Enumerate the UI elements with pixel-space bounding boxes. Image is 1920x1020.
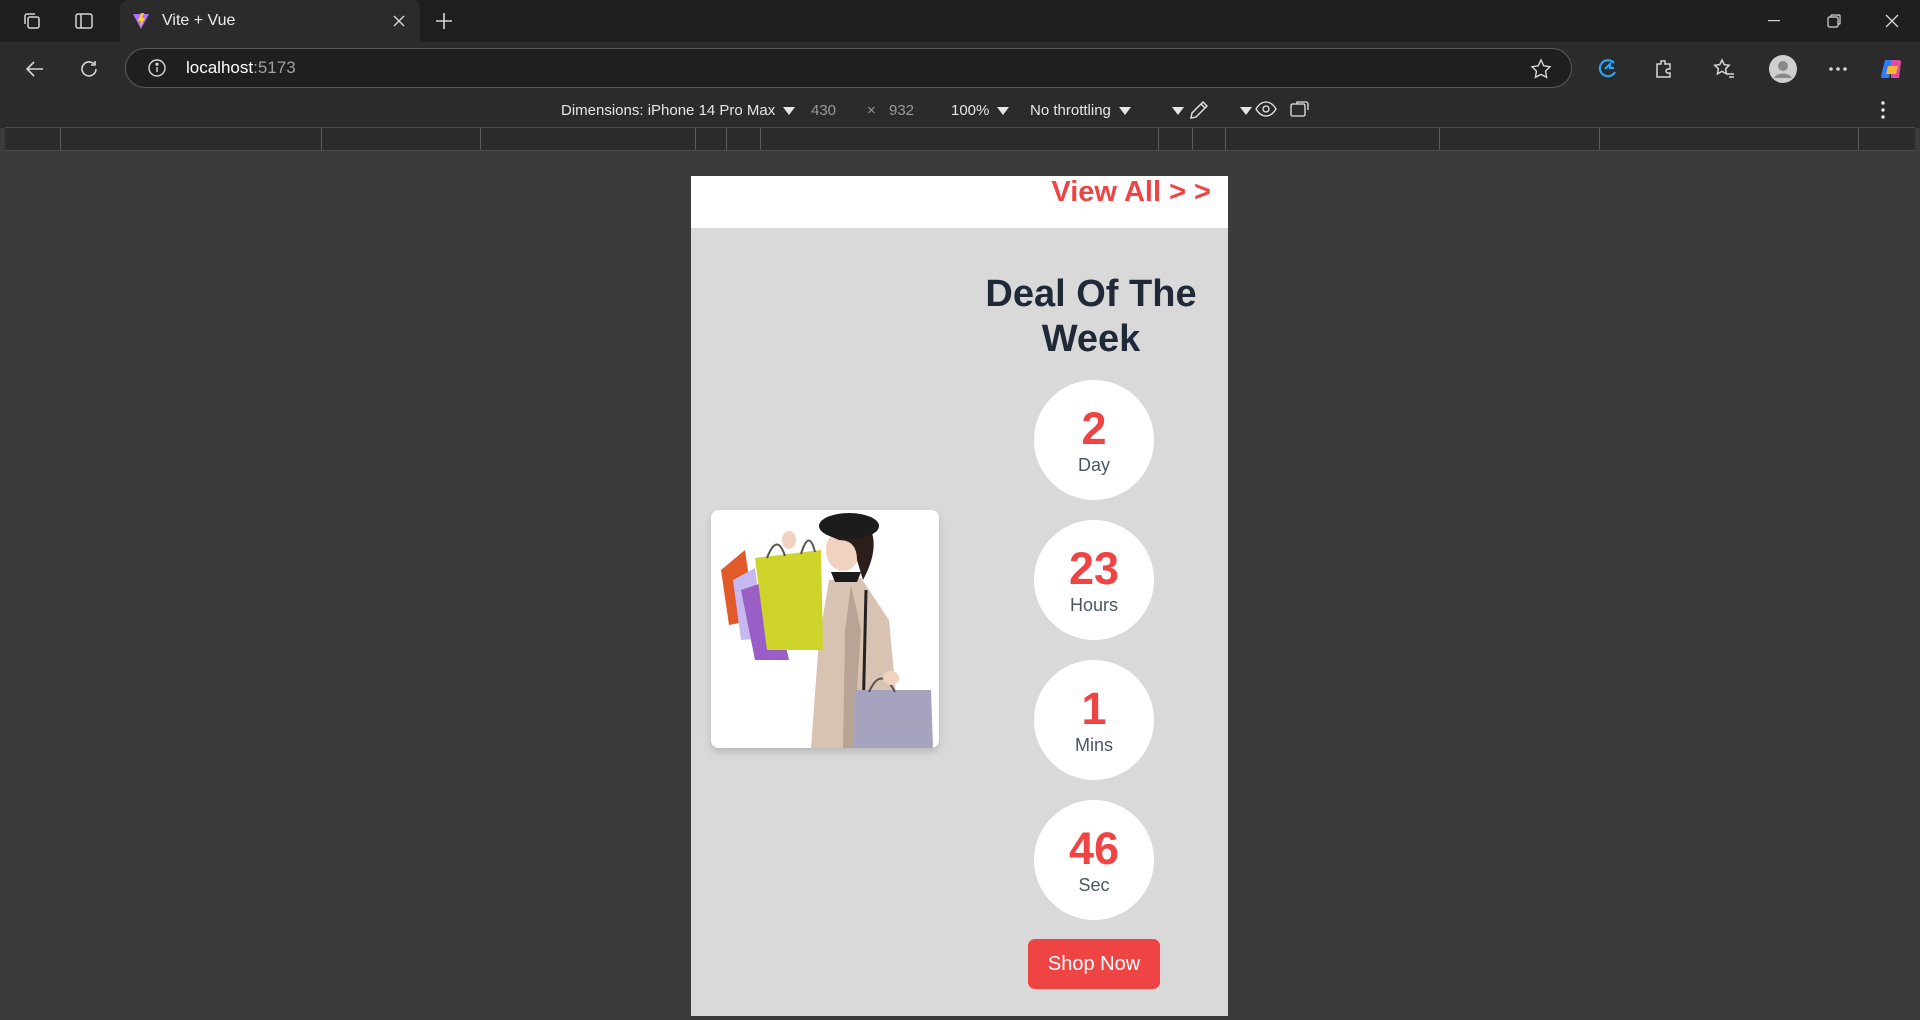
section-header-strip: View All > > [691, 176, 1228, 228]
extensions-icon[interactable] [1648, 53, 1680, 85]
active-tab[interactable]: Vite + Vue [120, 0, 420, 42]
shop-now-button[interactable]: Shop Now [1028, 939, 1160, 989]
back-icon[interactable] [20, 54, 50, 84]
zoom-select[interactable]: 100% [951, 102, 1010, 119]
deal-product-image[interactable] [711, 510, 939, 748]
eyedropper-icon[interactable] [1188, 99, 1210, 125]
countdown-value: 46 [1068, 822, 1120, 874]
countdown-seconds: 46 Sec [1034, 800, 1154, 920]
countdown-days: 2 Day [1034, 380, 1154, 500]
favorite-star-icon[interactable] [1529, 57, 1553, 81]
refresh-icon[interactable] [74, 54, 104, 84]
media-query-segment[interactable] [760, 128, 761, 150]
favorites-icon[interactable] [1708, 53, 1740, 85]
countdown-unit: Hours [1069, 594, 1118, 615]
countdown-value: 23 [1068, 542, 1120, 594]
tab-title: Vite + Vue [162, 12, 236, 29]
media-query-segment[interactable] [726, 128, 727, 150]
countdown-unit: Mins [1074, 734, 1113, 755]
close-tab-icon[interactable] [384, 6, 414, 36]
media-query-segment[interactable] [1192, 128, 1193, 150]
media-query-segment[interactable] [1858, 128, 1859, 150]
vite-logo-icon [132, 12, 150, 30]
dimension-separator: × [867, 102, 876, 119]
deal-title: Deal Of The Week [985, 273, 1197, 360]
countdown-minutes: 1 Mins [1034, 660, 1154, 780]
site-info-icon[interactable] [146, 57, 168, 79]
restore-icon[interactable] [1806, 0, 1862, 42]
copilot-icon[interactable] [1876, 53, 1908, 85]
copilot-refresh-icon[interactable] [1592, 53, 1624, 85]
tab-bar: Vite + Vue [0, 0, 1920, 42]
url-text: localhost:5173 [186, 58, 296, 77]
new-tab-icon[interactable] [430, 9, 458, 33]
media-query-segment[interactable] [321, 128, 322, 150]
countdown-hours: 23 Hours [1034, 520, 1154, 640]
minimize-icon[interactable] [1746, 0, 1802, 42]
close-window-icon[interactable] [1864, 0, 1920, 42]
media-query-segment[interactable] [1599, 128, 1600, 150]
rotate-device-icon[interactable] [1290, 100, 1312, 122]
device-height-input[interactable]: 932 [889, 102, 914, 119]
device-dimensions-select[interactable]: Dimensions: iPhone 14 Pro Max [561, 102, 796, 119]
media-query-segment[interactable] [1439, 128, 1440, 150]
more-options-vertical-icon[interactable] [1880, 100, 1886, 124]
media-query-segment[interactable] [1225, 128, 1226, 150]
device-width-input[interactable]: 430 [811, 102, 836, 119]
more-dropdown-caret-icon[interactable] [1164, 102, 1184, 119]
media-query-segment[interactable] [695, 128, 696, 150]
throttling-select[interactable]: No throttling [1030, 102, 1131, 119]
countdown-unit: Sec [1078, 874, 1110, 895]
countdown-unit: Day [1077, 454, 1110, 475]
media-query-bar [5, 127, 1915, 151]
profile-avatar-icon[interactable] [1767, 53, 1799, 85]
address-bar[interactable]: localhost:5173 [125, 48, 1572, 88]
view-all-link[interactable]: View All > > [1051, 176, 1211, 209]
media-query-segment[interactable] [1158, 128, 1159, 150]
media-query-segment[interactable] [480, 128, 481, 150]
shopping-woman-illustration [711, 510, 939, 748]
sensors-dropdown-caret-icon[interactable] [1232, 102, 1252, 119]
countdown-value: 2 [1081, 402, 1107, 454]
device-viewport: View All > > Deal Of The Week 2 Day 23 H… [691, 176, 1228, 1016]
media-query-segment[interactable] [60, 128, 61, 150]
workspaces-icon[interactable] [20, 9, 44, 33]
vision-deficiency-icon[interactable] [1255, 100, 1277, 122]
more-options-icon[interactable] [1822, 53, 1854, 85]
device-toolbar: Dimensions: iPhone 14 Pro Max 430 × 932 … [0, 94, 1920, 128]
tab-actions-icon[interactable] [72, 9, 96, 33]
navigation-bar: localhost:5173 [0, 42, 1920, 94]
countdown-value: 1 [1081, 682, 1107, 734]
